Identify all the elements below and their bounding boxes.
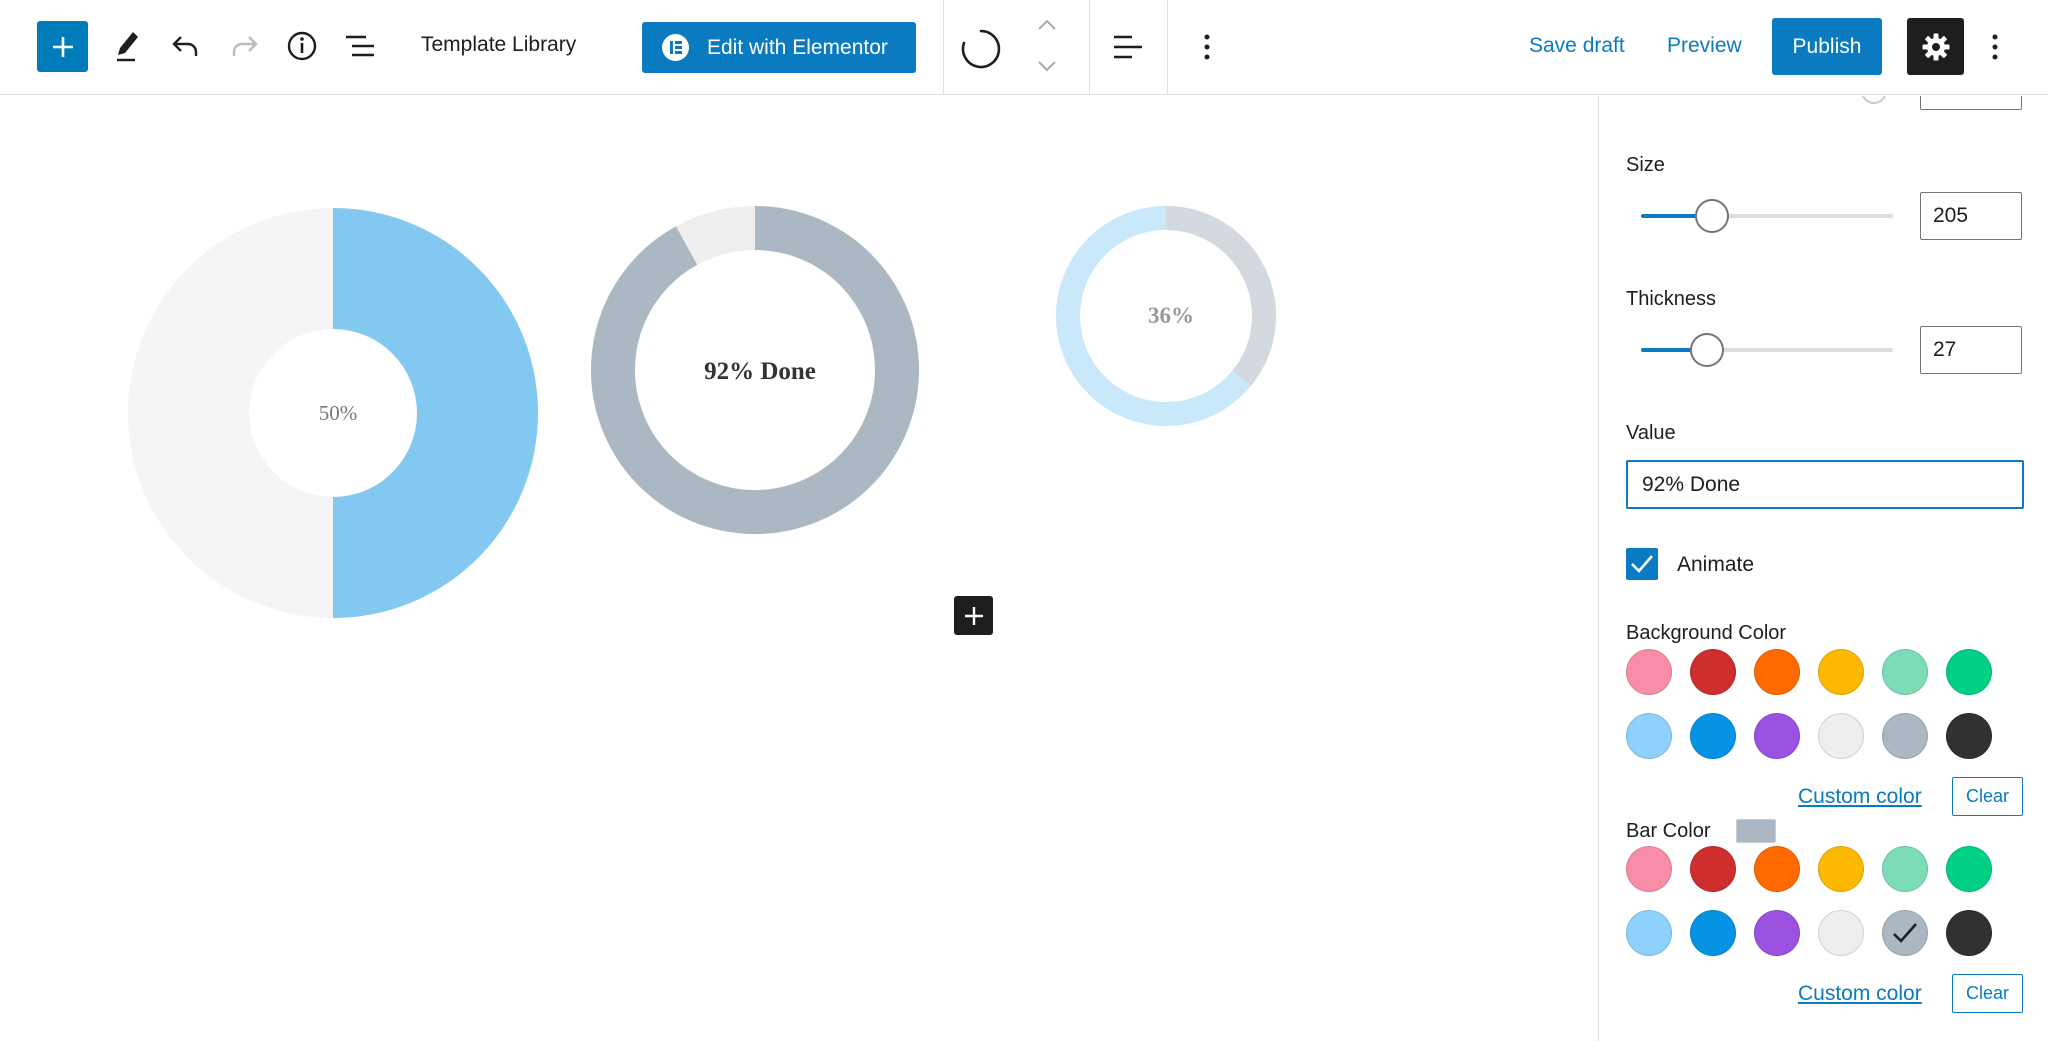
thickness-label: Thickness bbox=[1626, 288, 1717, 310]
loading-spinner-icon bbox=[961, 29, 1001, 69]
edit-with-elementor-label: Edit with Elementor bbox=[707, 35, 888, 59]
progress-label: 92% Done bbox=[704, 358, 816, 385]
chevron-down-icon bbox=[1038, 61, 1056, 72]
redo-icon bbox=[232, 36, 258, 56]
thickness-slider-handle[interactable] bbox=[1689, 333, 1724, 367]
bar-clear-button[interactable]: Clear bbox=[1952, 974, 2023, 1013]
bar-swatch-vivid-purple[interactable] bbox=[1754, 910, 1800, 956]
plus-icon bbox=[52, 36, 73, 57]
undo-button[interactable] bbox=[166, 22, 206, 70]
background-swatch-light-green-cyan[interactable] bbox=[1882, 649, 1928, 695]
size-label: Size bbox=[1626, 154, 1665, 176]
background-swatch-luminous-orange[interactable] bbox=[1754, 649, 1800, 695]
undo-icon bbox=[172, 36, 198, 56]
value-text-input[interactable]: 92% Done bbox=[1626, 460, 2024, 509]
details-button[interactable] bbox=[282, 22, 322, 70]
background-swatch-very-dark-gray[interactable] bbox=[1946, 713, 1992, 759]
background-color-label: Background Color bbox=[1626, 622, 1787, 644]
checkmark-icon bbox=[1631, 555, 1653, 573]
bar-swatch-vivid-cyan-blue[interactable] bbox=[1690, 910, 1736, 956]
tools-button[interactable] bbox=[108, 22, 148, 70]
list-view-icon bbox=[346, 35, 374, 57]
bar-swatch-pale-pink[interactable] bbox=[1626, 846, 1672, 892]
background-swatch-very-light-gray[interactable] bbox=[1818, 713, 1864, 759]
bar-swatch-very-light-gray[interactable] bbox=[1818, 910, 1864, 956]
background-swatch-vivid-cyan-blue[interactable] bbox=[1690, 713, 1736, 759]
options-button[interactable] bbox=[1980, 24, 2010, 70]
move-up-button[interactable] bbox=[1036, 14, 1058, 36]
more-vertical-icon bbox=[1992, 34, 1998, 60]
list-view-button[interactable] bbox=[340, 22, 380, 70]
progress-circle-92[interactable]: 92% Done bbox=[591, 206, 919, 534]
bar-swatch-vivid-green-cyan[interactable] bbox=[1946, 846, 1992, 892]
move-down-button[interactable] bbox=[1036, 55, 1058, 77]
settings-button[interactable] bbox=[1907, 18, 1964, 75]
publish-button[interactable]: Publish bbox=[1772, 18, 1882, 75]
bar-swatch-very-dark-gray[interactable] bbox=[1946, 910, 1992, 956]
bar-swatch-cyan-bluish-gray[interactable] bbox=[1882, 910, 1928, 956]
size-number-input[interactable]: 205 bbox=[1920, 192, 2022, 240]
document-title[interactable]: Template Library bbox=[421, 33, 576, 57]
editor-toolbar: Template Library Edit with Elementor Sav… bbox=[0, 0, 2048, 95]
previous-number-input[interactable] bbox=[1920, 96, 2022, 110]
toolbar-divider bbox=[943, 0, 944, 95]
background-clear-button[interactable]: Clear bbox=[1952, 777, 2023, 816]
thickness-slider[interactable] bbox=[1641, 333, 1893, 367]
info-icon bbox=[287, 31, 317, 61]
gear-icon bbox=[1922, 33, 1949, 60]
block-type-button[interactable] bbox=[958, 26, 1004, 72]
size-slider-handle[interactable] bbox=[1694, 199, 1729, 233]
animate-label: Animate bbox=[1677, 553, 1755, 576]
progress-label: 36% bbox=[1148, 303, 1194, 328]
toolbar-divider bbox=[1089, 0, 1090, 95]
add-block-button[interactable] bbox=[954, 596, 993, 635]
progress-charts: 50% 92% Done 36% bbox=[128, 206, 1276, 618]
edit-with-elementor-button[interactable]: Edit with Elementor bbox=[642, 22, 916, 73]
progress-circle-50[interactable]: 50% bbox=[128, 208, 538, 618]
bar-custom-color-button[interactable]: Custom color bbox=[1798, 982, 1922, 1006]
background-swatch-pale-pink[interactable] bbox=[1626, 649, 1672, 695]
background-custom-color-button[interactable]: Custom color bbox=[1798, 785, 1922, 809]
bar-color-label: Bar Color bbox=[1626, 820, 1711, 842]
progress-bar bbox=[1165, 206, 1276, 387]
bar-swatch-light-green-cyan[interactable] bbox=[1882, 846, 1928, 892]
preview-button[interactable]: Preview bbox=[1667, 34, 1742, 58]
block-settings-sidebar[interactable]: Size 205 Thickness 27 Value 92% Done Ani… bbox=[1598, 96, 2048, 1041]
redo-button[interactable] bbox=[224, 22, 264, 70]
background-swatch-vivid-green-cyan[interactable] bbox=[1946, 649, 1992, 695]
block-inserter-button[interactable] bbox=[37, 21, 88, 72]
thickness-number-input[interactable]: 27 bbox=[1920, 326, 2022, 374]
reset-control[interactable] bbox=[1861, 96, 1887, 104]
more-vertical-icon bbox=[1204, 34, 1210, 60]
background-swatch-cyan-bluish-gray[interactable] bbox=[1882, 713, 1928, 759]
progress-label: 50% bbox=[319, 401, 358, 425]
animate-checkbox[interactable] bbox=[1626, 548, 1658, 580]
elementor-logo-icon bbox=[662, 34, 689, 61]
progress-circle-36[interactable]: 36% bbox=[1056, 206, 1276, 426]
background-swatch-luminous-amber[interactable] bbox=[1818, 649, 1864, 695]
background-swatch-pale-cyan-blue[interactable] bbox=[1626, 713, 1672, 759]
bar-color-indicator bbox=[1736, 819, 1776, 843]
plus-icon bbox=[964, 606, 983, 625]
bar-swatch-luminous-amber[interactable] bbox=[1818, 846, 1864, 892]
value-label: Value bbox=[1626, 422, 1676, 444]
checkmark-icon bbox=[1893, 923, 1917, 943]
block-editor: Template Library Edit with Elementor Sav… bbox=[0, 0, 2048, 1041]
background-swatch-vivid-red[interactable] bbox=[1690, 649, 1736, 695]
block-options-button[interactable] bbox=[1192, 24, 1222, 70]
bar-swatch-luminous-orange[interactable] bbox=[1754, 846, 1800, 892]
background-swatch-vivid-purple[interactable] bbox=[1754, 713, 1800, 759]
align-button[interactable] bbox=[1108, 24, 1148, 70]
bar-swatch-pale-cyan-blue[interactable] bbox=[1626, 910, 1672, 956]
pen-icon bbox=[117, 32, 138, 62]
align-left-icon bbox=[1114, 35, 1142, 59]
bar-swatch-vivid-red[interactable] bbox=[1690, 846, 1736, 892]
save-draft-button[interactable]: Save draft bbox=[1529, 34, 1625, 58]
chevron-up-icon bbox=[1038, 19, 1056, 30]
editor-canvas: 50% 92% Done 36% bbox=[0, 96, 1598, 1041]
toolbar-divider bbox=[1167, 0, 1168, 95]
size-slider[interactable] bbox=[1641, 199, 1893, 233]
